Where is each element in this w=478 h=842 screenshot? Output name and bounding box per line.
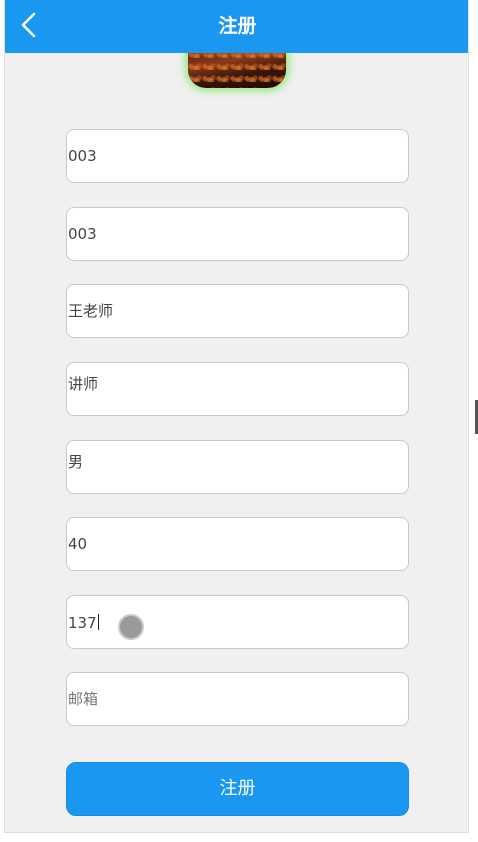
name-value: 王老师 — [68, 302, 114, 320]
email-field[interactable]: 邮箱 — [66, 672, 409, 726]
username-field[interactable]: 003 — [66, 129, 409, 183]
register-form: 003 003 王老师 讲师 男 40 137 邮箱 — [66, 129, 409, 750]
title-value: 讲师 — [68, 374, 99, 393]
header-bar: 注册 — [5, 0, 468, 53]
title-field[interactable]: 讲师 — [66, 361, 409, 416]
touch-indicator — [118, 613, 144, 640]
phone-value: 137 — [68, 613, 97, 632]
gender-value: 男 — [68, 452, 84, 471]
password-field[interactable]: 003 — [66, 206, 409, 261]
gender-field[interactable]: 男 — [66, 439, 409, 494]
password-value: 003 — [68, 224, 97, 243]
phone-field[interactable]: 137 — [66, 594, 409, 651]
page-title: 注册 — [218, 15, 257, 37]
text-caret — [97, 613, 99, 630]
age-field[interactable]: 40 — [66, 517, 409, 571]
email-placeholder: 邮箱 — [68, 690, 99, 708]
register-button[interactable]: 注册 — [66, 762, 409, 816]
username-value: 003 — [68, 147, 97, 165]
name-field[interactable]: 王老师 — [66, 284, 409, 338]
age-value: 40 — [68, 535, 88, 553]
app-frame: 注册 003 003 王老师 讲师 男 40 137 邮箱 注册 — [4, 0, 469, 833]
phone-value-wrap: 137 — [68, 597, 99, 651]
